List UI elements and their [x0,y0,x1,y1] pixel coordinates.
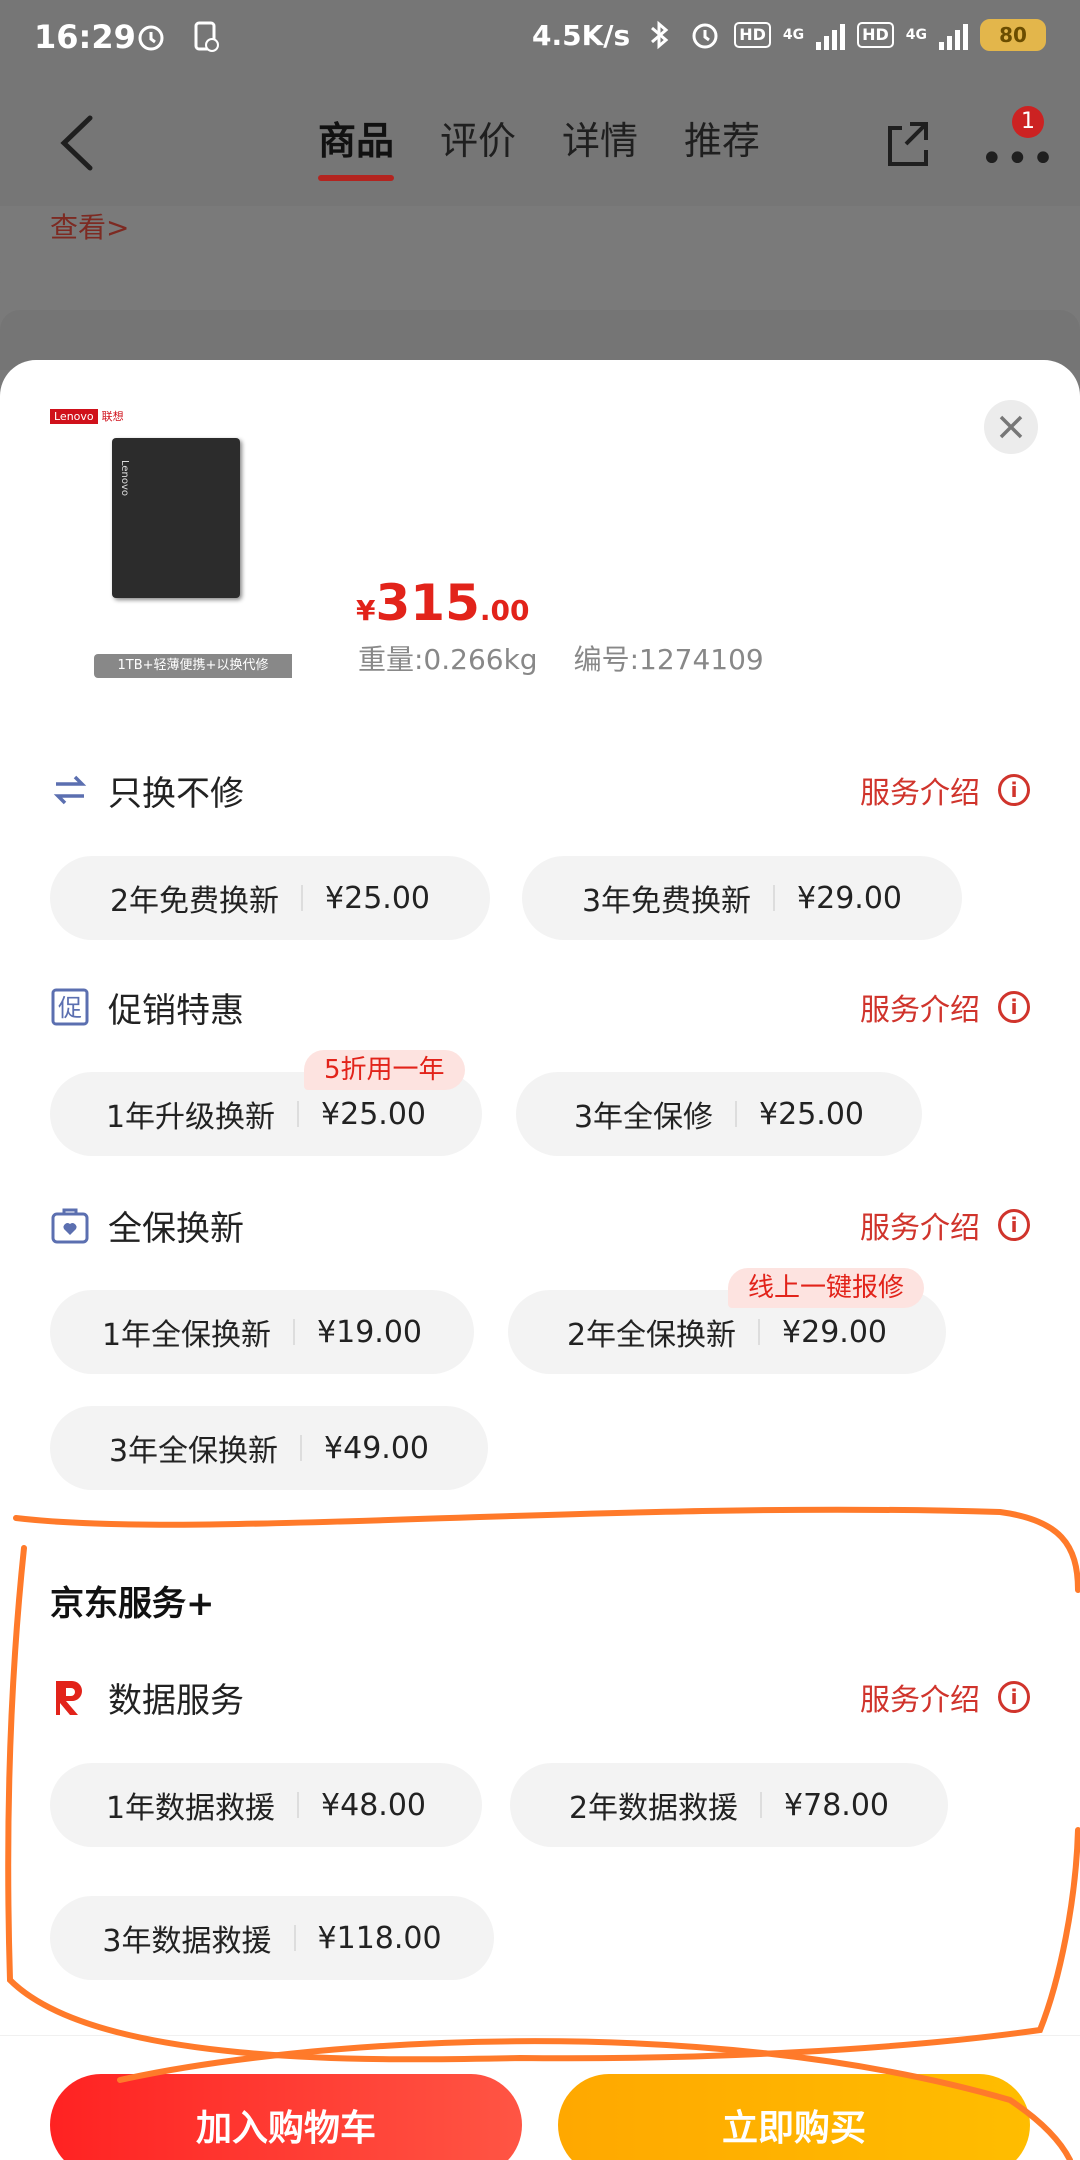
product-meta: 重量:0.266kg 编号:1274109 [358,638,764,678]
option-chip[interactable]: 3年全保换新 ¥49.00 [50,1406,488,1490]
service-intro-link[interactable]: 服务介绍 [860,1675,980,1719]
tab-reviews[interactable]: 评价 [440,110,516,165]
buy-now-button[interactable]: 立即购买 [558,2074,1030,2160]
protect-icon [50,1205,90,1245]
tab-goods[interactable]: 商品 [318,110,395,181]
net-label-1: 4G [782,27,805,43]
option-chip[interactable]: 3年数据救援 ¥118.00 [50,1896,494,1980]
promo-tag: 5折用一年 [304,1050,465,1090]
alarm-icon-2 [688,18,722,52]
top-nav: 商品 评价 详情 推荐 ••• 1 [0,78,1080,206]
option-chip[interactable]: 2年数据救援 ¥78.00 [510,1763,948,1847]
service-sheet: Lenovo 联想 Lenovo 1TB+轻薄便携+以换代修 ¥315.00 重… [0,360,1080,2160]
data-service-icon [50,1677,90,1717]
tab-recommend[interactable]: 推荐 [684,110,760,165]
background-text: 查看> [50,211,130,244]
product-price: ¥315.00 [356,574,530,632]
status-time: 16:29 [34,18,136,56]
back-arrow-icon[interactable] [50,108,110,178]
tab-details[interactable]: 详情 [562,110,638,165]
service-intro-link[interactable]: 服务介绍 [860,1203,980,1247]
option-chip[interactable]: 1年全保换新 ¥19.00 [50,1290,474,1374]
share-icon[interactable] [880,116,936,172]
brand-logo: Lenovo 联想 [50,408,124,424]
close-button[interactable] [984,400,1038,454]
battery-icon: 80 [980,19,1046,51]
option-chip[interactable]: 3年全保修 ¥25.00 [516,1072,922,1156]
svg-text:促: 促 [58,994,82,1022]
section-promo: 促 促销特惠 服务介绍 i [50,982,1030,1032]
status-right: 4.5K/s HD 4G HD 4G 80 [532,18,1046,52]
signal-icon-1 [816,20,846,50]
net-label-2: 4G [905,27,927,43]
option-chip[interactable]: 2年免费换新 ¥25.00 [50,856,490,940]
signal-icon-2 [939,20,968,50]
more-icon[interactable]: ••• [980,136,1057,182]
close-icon [999,415,1023,439]
product-weight: 重量:0.266kg [358,643,538,676]
hd-badge-1: HD [734,22,771,48]
background-card: 查看> [0,206,1080,288]
nav-tabs: 商品 评价 详情 推荐 [318,110,760,181]
section-protect: 全保换新 服务介绍 i [50,1200,1030,1250]
notification-badge: 1 [1012,106,1044,138]
jd-service-title: 京东服务+ [50,1584,215,1624]
info-icon[interactable]: i [998,1209,1030,1241]
service-intro-link[interactable]: 服务介绍 [860,768,980,812]
bottom-action-bar: 加入购物车 立即购买 [0,2035,1080,2160]
thumbnail-caption: 1TB+轻薄便携+以换代修 [94,654,292,678]
info-icon[interactable]: i [998,1681,1030,1713]
hd-badge-2: HD [857,22,894,48]
section-swap: 只换不修 服务介绍 i [50,765,1030,815]
option-chip[interactable]: 1年数据救援 ¥48.00 [50,1763,482,1847]
device-icon [190,20,224,54]
product-thumbnail[interactable]: Lenovo 联想 Lenovo [50,408,292,632]
section-data-service: 数据服务 服务介绍 i [50,1672,1030,1722]
hard-drive-image: Lenovo [112,438,240,598]
net-speed: 4.5K/s [531,18,631,52]
promo-tag: 线上一键报修 [728,1268,925,1308]
service-intro-link[interactable]: 服务介绍 [860,985,980,1029]
swap-icon [50,770,90,810]
alarm-icon [134,20,168,54]
bluetooth-icon [642,18,676,52]
info-icon[interactable]: i [998,774,1030,806]
status-left-icons [134,20,224,54]
product-sku: 编号:1274109 [573,643,764,676]
add-to-cart-button[interactable]: 加入购物车 [50,2074,522,2160]
promo-icon: 促 [50,987,90,1027]
status-bar: 16:29 4.5K/s HD 4G HD 4G 80 [0,0,1080,78]
option-chip[interactable]: 3年免费换新 ¥29.00 [522,856,962,940]
info-icon[interactable]: i [998,991,1030,1023]
